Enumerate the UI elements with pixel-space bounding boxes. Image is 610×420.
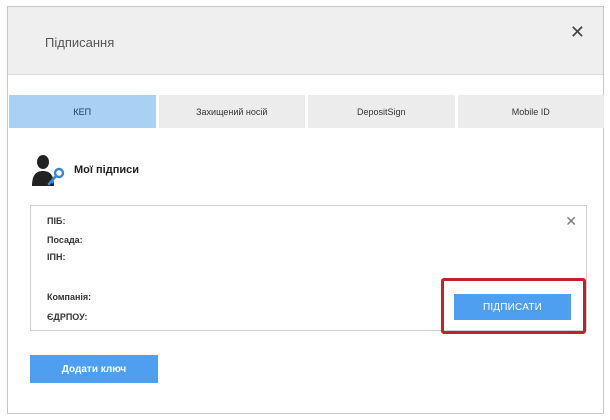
add-key-button[interactable]: Додати ключ (30, 355, 158, 383)
field-edrpou: ЄДРПОУ: (47, 312, 88, 322)
remove-key-icon[interactable]: ✕ (565, 214, 577, 228)
section-title: Мої підписи (74, 164, 140, 176)
user-key-icon (32, 155, 65, 186)
tab-bar: КЕП Захищений носій DepositSign Mobile I… (9, 95, 604, 128)
tab-mobile-id[interactable]: Mobile ID (457, 95, 604, 128)
field-company: Компанія: (47, 292, 92, 302)
dialog-header: Підписання ✕ (8, 7, 603, 75)
tab-protected-media[interactable]: Захищений носій (158, 95, 305, 128)
field-pib: ПІБ: (47, 216, 66, 226)
sign-button[interactable]: ПІДПИСАТИ (454, 294, 571, 320)
field-position: Посада: (47, 235, 83, 245)
dialog-title: Підписання (45, 35, 115, 50)
signing-dialog: Підписання ✕ КЕП Захищений носій Deposit… (7, 6, 604, 414)
tab-kep[interactable]: КЕП (9, 95, 156, 128)
field-ipn: ІПН: (47, 252, 66, 262)
tab-depositsign[interactable]: DepositSign (308, 95, 455, 128)
my-signatures-heading: Мої підписи (30, 153, 139, 187)
close-icon[interactable]: ✕ (570, 23, 585, 41)
